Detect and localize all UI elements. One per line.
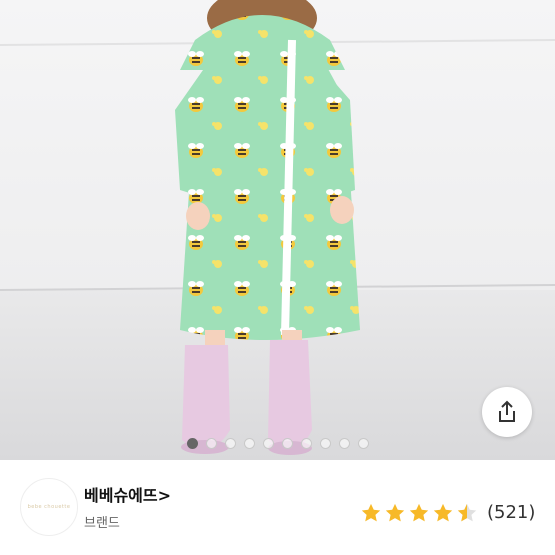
chevron-right-icon: >	[157, 486, 172, 505]
review-count[interactable]: (521)	[487, 502, 535, 523]
carousel-dot[interactable]	[205, 438, 217, 449]
brand-logo-text: bebe chouette	[27, 504, 71, 510]
carousel-indicator	[0, 438, 555, 449]
brand-type-label: 브랜드	[84, 516, 120, 531]
brand-row: bebe chouette 베베슈에뜨> 브랜드 (521)	[0, 462, 555, 555]
carousel-dot-active[interactable]	[186, 438, 198, 449]
brand-name: 베베슈에뜨	[84, 486, 158, 505]
star-icon	[433, 503, 453, 522]
carousel-dot[interactable]	[319, 438, 331, 449]
star-icon	[409, 503, 429, 522]
rating-stars[interactable]	[360, 502, 478, 524]
carousel-dot[interactable]	[243, 438, 255, 449]
star-icon	[361, 503, 381, 522]
brand-logo[interactable]: bebe chouette	[20, 478, 78, 536]
share-button[interactable]	[482, 387, 532, 437]
star-icon	[385, 503, 405, 522]
brand-name-link[interactable]: 베베슈에뜨>	[84, 482, 171, 506]
carousel-dot[interactable]	[357, 438, 369, 449]
carousel-dot[interactable]	[300, 438, 312, 449]
carousel-dot[interactable]	[262, 438, 274, 449]
carousel-dot[interactable]	[224, 438, 236, 449]
product-image[interactable]	[0, 0, 555, 460]
half-star-icon	[457, 503, 477, 522]
raincoat-photo	[0, 0, 555, 460]
share-icon	[499, 400, 515, 422]
carousel-dot[interactable]	[338, 438, 350, 449]
carousel-dot[interactable]	[281, 438, 293, 449]
